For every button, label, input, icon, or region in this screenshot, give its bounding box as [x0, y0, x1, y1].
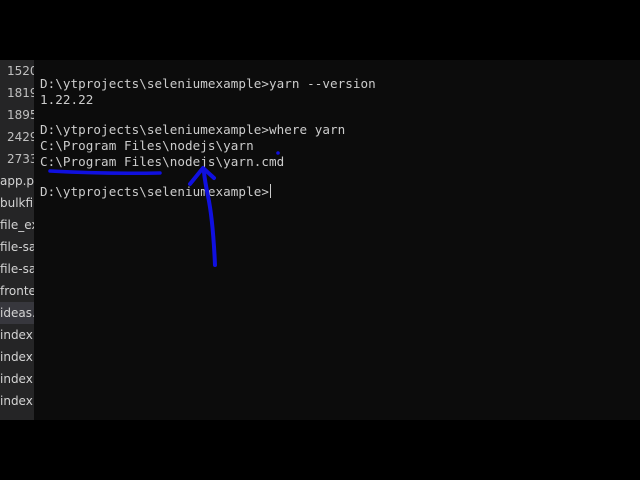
output-line: 1.22.22 — [40, 92, 94, 107]
line-number: 2429 — [7, 130, 34, 144]
prompt-line[interactable]: D:\ytprojects\seleniumexample> — [40, 184, 271, 200]
file-item[interactable]: app.py — [0, 170, 34, 192]
editor-sidebar: 1520 1819 1895 2429 2733 app.py bulkfil … — [0, 60, 34, 420]
file-item[interactable]: file-sa — [0, 236, 34, 258]
line-number: 2733 — [7, 152, 34, 166]
file-item[interactable]: index. — [0, 390, 34, 412]
file-item[interactable]: fronte — [0, 280, 34, 302]
text-cursor — [269, 184, 271, 198]
letterbox-top — [0, 0, 640, 60]
file-item[interactable]: file-sa — [0, 258, 34, 280]
file-item[interactable]: sampl — [0, 412, 34, 420]
letterbox-bottom — [0, 420, 640, 480]
file-item[interactable]: index. — [0, 346, 34, 368]
file-item[interactable]: bulkfil — [0, 192, 34, 214]
file-item[interactable]: index. — [0, 368, 34, 390]
file-item[interactable]: index. — [0, 324, 34, 346]
file-item-selected[interactable]: ideas.t — [0, 302, 34, 324]
file-item[interactable]: file_ex — [0, 214, 34, 236]
line-number: 1819 — [7, 86, 34, 100]
command-line: D:\ytprojects\seleniumexample>where yarn — [40, 122, 346, 137]
output-line: C:\Program Files\nodejs\yarn — [40, 138, 254, 153]
output-line: C:\Program Files\nodejs\yarn.cmd — [40, 154, 285, 169]
line-number: 1895 — [7, 108, 34, 122]
command-line: D:\ytprojects\seleniumexample>yarn --ver… — [40, 76, 376, 91]
terminal-window[interactable]: D:\ytprojects\seleniumexample>yarn --ver… — [34, 60, 640, 420]
prompt-text: D:\ytprojects\seleniumexample> — [40, 184, 269, 199]
line-number: 1520 — [7, 64, 34, 78]
